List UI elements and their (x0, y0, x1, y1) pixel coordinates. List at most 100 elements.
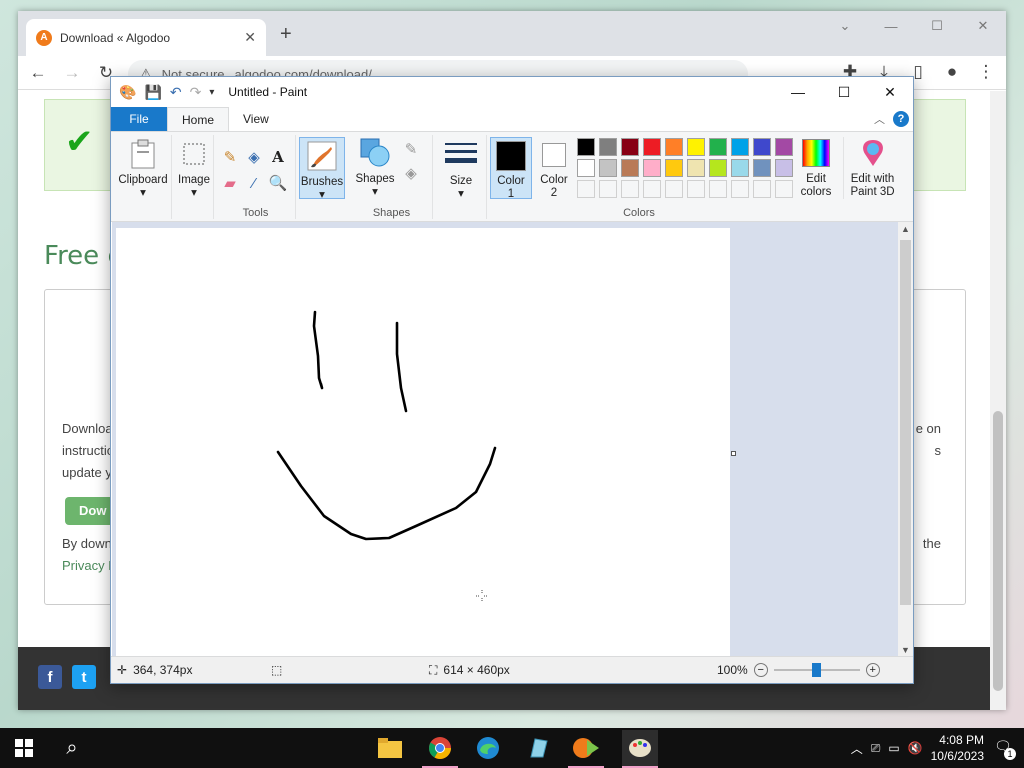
clipboard-button[interactable]: Clipboard ▾ (116, 138, 170, 200)
back-icon[interactable]: ← (28, 63, 48, 83)
canvas-resize-handle[interactable] (731, 451, 736, 456)
edit-colors-button[interactable]: Edit colors (795, 137, 837, 199)
palette-swatch[interactable] (709, 138, 727, 156)
zoom-in-icon[interactable]: + (865, 663, 880, 677)
algodoo-icon[interactable] (572, 734, 600, 762)
palette-swatch[interactable] (643, 138, 661, 156)
palette-swatch[interactable] (643, 159, 661, 177)
paint-app-icon[interactable]: 🎨 (119, 84, 136, 101)
shape-fill-icon[interactable]: ◈ (401, 163, 421, 183)
network-icon[interactable]: ⎚ (871, 741, 881, 756)
privacy-link[interactable]: Privacy P (62, 558, 117, 573)
custom-color-swatch[interactable] (753, 180, 771, 198)
custom-color-swatch[interactable] (731, 180, 749, 198)
palette-swatch[interactable] (599, 138, 617, 156)
palette-swatch[interactable] (753, 138, 771, 156)
close-button[interactable]: ✕ (867, 77, 913, 107)
maximize-button[interactable]: ☐ (914, 11, 960, 41)
shapes-button[interactable]: Shapes ▾ (353, 137, 397, 199)
close-button[interactable]: ✕ (960, 11, 1006, 41)
new-tab-button[interactable]: + (280, 23, 292, 46)
color1-button[interactable]: Color 1 (490, 137, 532, 200)
custom-color-swatch[interactable] (577, 180, 595, 198)
palette-swatch[interactable] (731, 159, 749, 177)
display-icon[interactable]: ▭ (888, 741, 899, 755)
undo-icon[interactable]: ↶ (170, 84, 182, 101)
palette-swatch[interactable] (687, 159, 705, 177)
browser-scrollbar[interactable] (990, 91, 1006, 710)
chevron-down-icon[interactable]: ⌄ (822, 11, 868, 41)
edge-icon[interactable] (474, 734, 502, 762)
tab-home[interactable]: Home (167, 107, 230, 131)
palette-swatch[interactable] (621, 138, 639, 156)
chrome-icon[interactable] (426, 734, 454, 762)
color2-button[interactable]: Color 2 (533, 137, 575, 200)
app-icon-notes[interactable] (524, 734, 552, 762)
facebook-icon[interactable]: f (38, 665, 62, 689)
scroll-up-icon[interactable]: ▲ (898, 224, 913, 234)
tab-file[interactable]: File (111, 107, 167, 131)
scroll-thumb[interactable] (993, 411, 1003, 691)
fill-icon[interactable]: ◈ (244, 147, 264, 167)
palette-swatch[interactable] (665, 159, 683, 177)
zoom-out-icon[interactable]: − (753, 663, 768, 677)
menu-icon[interactable]: ⋮ (976, 62, 996, 82)
palette-swatch[interactable] (687, 138, 705, 156)
help-icon[interactable]: ? (893, 111, 909, 127)
tab-view[interactable]: View (229, 107, 283, 131)
size-button[interactable]: Size ▾ (439, 139, 483, 201)
minimize-button[interactable]: — (868, 11, 914, 41)
custom-color-swatch[interactable] (709, 180, 727, 198)
minimize-button[interactable]: — (775, 77, 821, 107)
browser-tab-algodoo[interactable]: A Download « Algodoo ✕ (26, 19, 266, 56)
custom-color-swatch[interactable] (665, 180, 683, 198)
drawing-canvas[interactable] (116, 228, 730, 657)
palette-swatch[interactable] (577, 138, 595, 156)
zoom-slider[interactable] (773, 663, 860, 677)
custom-color-swatch[interactable] (687, 180, 705, 198)
canvas-vertical-scrollbar[interactable]: ▲ ▼ (898, 222, 913, 657)
magnifier-icon[interactable]: 🔍 (268, 173, 288, 193)
close-tab-icon[interactable]: ✕ (244, 29, 256, 46)
maximize-button[interactable]: ☐ (821, 77, 867, 107)
palette-swatch[interactable] (753, 159, 771, 177)
start-button[interactable] (10, 734, 38, 762)
forward-icon[interactable]: → (62, 63, 82, 83)
file-explorer-icon[interactable] (376, 734, 404, 762)
paint-taskbar-icon[interactable] (622, 730, 658, 766)
save-icon[interactable]: 💾 (144, 84, 161, 101)
redo-icon[interactable]: ↷ (190, 84, 202, 101)
palette-swatch[interactable] (599, 159, 617, 177)
collapse-ribbon-icon[interactable]: ︿ (874, 111, 885, 127)
eraser-icon[interactable]: ▰ (220, 173, 240, 193)
scroll-down-icon[interactable]: ▼ (898, 645, 913, 655)
custom-color-swatch[interactable] (621, 180, 639, 198)
custom-color-swatch[interactable] (775, 180, 793, 198)
palette-swatch[interactable] (731, 138, 749, 156)
edit-paint3d-button[interactable]: Edit with Paint 3D (843, 137, 901, 199)
palette-swatch[interactable] (775, 159, 793, 177)
pencil-icon[interactable]: ✎ (220, 147, 240, 167)
profile-icon[interactable]: ● (942, 62, 962, 82)
clock[interactable]: 4:08 PM 10/6/2023 (931, 732, 984, 764)
search-icon[interactable]: ⌕ (58, 734, 86, 762)
custom-color-swatch[interactable] (643, 180, 661, 198)
custom-color-swatch[interactable] (599, 180, 617, 198)
customize-qat-icon[interactable]: ▾ (209, 87, 214, 98)
color-picker-icon[interactable]: ⁄ (244, 173, 264, 193)
palette-swatch[interactable] (577, 159, 595, 177)
palette-swatch[interactable] (709, 159, 727, 177)
chevron-up-icon[interactable]: ︿ (851, 740, 863, 757)
text-icon[interactable]: A (268, 147, 288, 167)
notification-center[interactable]: 🗨 1 (994, 738, 1016, 760)
scroll-thumb[interactable] (900, 240, 911, 605)
volume-muted-icon[interactable]: 🔇 (908, 741, 923, 755)
palette-swatch[interactable] (621, 159, 639, 177)
image-button[interactable]: Image ▾ (176, 138, 212, 200)
palette-swatch[interactable] (665, 138, 683, 156)
palette-swatch[interactable] (775, 138, 793, 156)
chevron-down-icon: ▾ (191, 187, 197, 199)
twitter-icon[interactable]: t (72, 665, 96, 689)
brushes-button[interactable]: Brushes ▾ (299, 137, 345, 201)
outline-icon[interactable]: ✎ (401, 139, 421, 159)
